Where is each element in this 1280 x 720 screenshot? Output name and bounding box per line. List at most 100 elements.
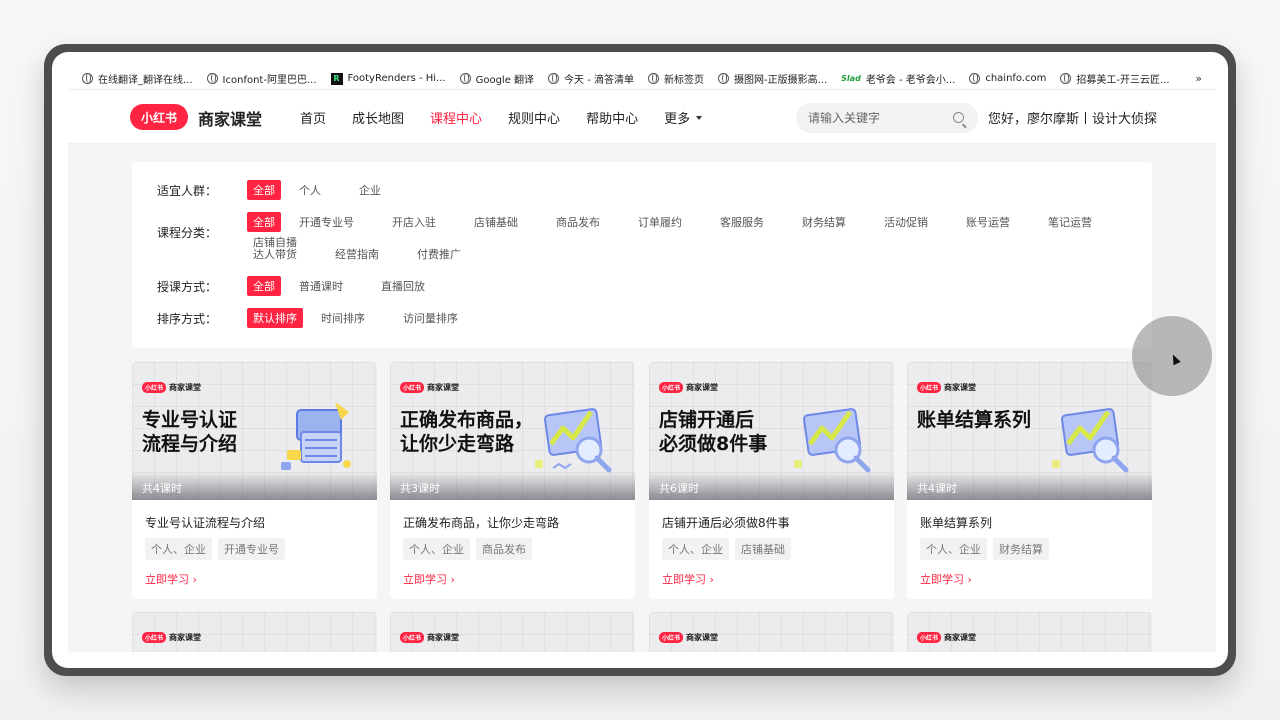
nav-home[interactable]: 首页 [300,108,326,127]
course-card[interactable]: 小红书 商家课堂 [132,612,377,652]
course-title[interactable]: 账单结算系列 [920,514,992,531]
course-card[interactable]: 小红书 商家课堂 [649,612,894,652]
bookmark-item[interactable]: Google 翻译 [459,71,534,86]
bookmark-item[interactable]: Iconfont-阿里巴巴... [206,71,317,86]
course-tag: 商品发布 [476,538,532,560]
filter-option[interactable]: 企业 [353,180,387,200]
mini-logo: 小红书 [917,632,942,643]
thumb-title: 正确发布商品， 让你少走弯路 [400,409,534,455]
lesson-count: 共4课时 [132,472,377,500]
filter-option[interactable]: 订单履约 [632,212,688,232]
learn-now-link[interactable]: 立即学习 › [662,571,714,587]
filter-option[interactable]: 店铺基础 [468,212,524,232]
course-tags: 个人、企业 商品发布 [403,538,538,560]
xiaohongshu-logo[interactable]: 小红书 [130,104,188,130]
bookmark-item[interactable]: 今天 - 滴答清单 [548,71,634,86]
filter-label: 适宜人群： [157,183,218,198]
filter-option-selected[interactable]: 全部 [247,276,281,296]
course-tags: 个人、企业 开通专业号 [145,538,291,560]
course-thumbnail[interactable]: 小红书 商家课堂 [649,612,894,652]
main-nav: 首页 成长地图 课程中心 规则中心 帮助中心 更多 [300,108,728,127]
course-tag: 个人、企业 [920,538,987,560]
thumb-title: 账单结算系列 [917,409,1032,431]
filter-option-selected[interactable]: 默认排序 [247,308,303,328]
nav-more[interactable]: 更多 [664,108,703,127]
filter-option[interactable]: 商品发布 [550,212,606,232]
course-tags: 个人、企业 店铺基础 [662,538,797,560]
bookmarks-bar: 在线翻译_翻译在线... Iconfont-阿里巴巴... R FootyRend… [68,68,1216,90]
learn-now-link[interactable]: 立即学习 › [145,571,197,587]
bookmark-item[interactable]: Slad 老爷会 - 老爷会小... [841,71,955,86]
nav-rules-center[interactable]: 规则中心 [508,108,560,127]
filter-option-selected[interactable]: 全部 [247,212,281,232]
bookmark-item[interactable]: chainfo.com [969,73,1046,84]
filter-option[interactable]: 访问量排序 [397,308,464,328]
nav-growth-map[interactable]: 成长地图 [352,108,404,127]
filter-option[interactable]: 普通课时 [293,276,349,296]
mini-brand-name: 商家课堂 [169,633,202,642]
filter-option[interactable]: 财务结算 [796,212,852,232]
caret-down-icon [696,115,703,120]
chart-magnifier-icon [535,408,612,473]
learn-now-link[interactable]: 立即学习 › [920,571,972,587]
mini-brand-name: 商家课堂 [686,633,719,642]
search-icon[interactable] [953,112,964,123]
learn-now-link[interactable]: 立即学习 › [403,571,455,587]
course-thumbnail[interactable]: 小红书 商家课堂 专业号认证 流程与介绍 共4课时 [132,362,377,500]
filter-option[interactable]: 客服服务 [714,212,770,232]
bookmarks-overflow-button[interactable]: » [1195,72,1202,85]
filter-option[interactable]: 时间排序 [315,308,371,328]
course-thumbnail[interactable]: 小红书 商家课堂 [907,612,1152,652]
filter-option[interactable]: 个人 [293,180,327,200]
bookmark-item[interactable]: R FootyRenders - Hi... [330,72,446,85]
filter-option[interactable]: 活动促销 [878,212,934,232]
filter-option[interactable]: 经营指南 [329,244,385,264]
course-thumbnail[interactable]: 小红书 商家课堂 [390,612,635,652]
filter-option[interactable]: 直播回放 [375,276,431,296]
course-title[interactable]: 店铺开通后必须做8件事 [662,514,790,531]
course-card[interactable]: 小红书 商家课堂 专业号认证 流程与介绍 共4课时 专业号认证流程与介绍 个人、… [132,362,377,599]
chart-magnifier-icon [1052,408,1129,473]
course-tag: 开通专业号 [218,538,285,560]
fr-favicon-icon: R [330,72,343,85]
course-card[interactable]: 小红书 商家课堂 [907,612,1152,652]
thumb-brand: 小红书 商家课堂 [400,382,459,393]
course-tag: 个人、企业 [145,538,212,560]
globe-icon [718,73,730,84]
filter-option[interactable]: 付费推广 [411,244,467,264]
filter-option[interactable]: 开通专业号 [293,212,360,232]
course-card[interactable]: 小红书 商家课堂 账单结算系列 共4课时 账单结算系列 个人、企业 财务结算 立… [907,362,1152,599]
search-input[interactable] [808,111,948,125]
mini-brand-name: 商家课堂 [944,383,977,392]
bookmark-item[interactable]: 招募美工-开三云匠... [1060,71,1170,86]
chart-magnifier-icon [794,408,871,473]
course-card[interactable]: 小红书 商家课堂 店铺开通后 必须做8件事 共6课时 店铺开通后必须做8件事 个… [649,362,894,599]
course-card[interactable]: 小红书商家课堂 正确发布商品， 让你少走弯路 共3课时 正确发布商品，让你少走 [390,362,635,599]
course-card[interactable]: 小红书 商家课堂 [390,612,635,652]
nav-course-center[interactable]: 课程中心 [430,108,482,127]
site-name[interactable]: 商家课堂 [198,106,262,130]
globe-icon [969,73,981,84]
course-tags: 个人、企业 财务结算 [920,538,1055,560]
filter-option[interactable]: 开店入驻 [386,212,442,232]
bookmark-item[interactable]: 摄图网-正版摄影高... [718,71,827,86]
course-thumbnail[interactable]: 小红书 商家课堂 正确发布商品， 让你少走弯路 共3课时 [390,362,635,500]
user-greeting[interactable]: 您好，廖尔摩斯丨设计大侦探 [988,108,1157,127]
bookmark-item[interactable]: 在线翻译_翻译在线... [82,71,193,86]
filter-option[interactable]: 达人带货 [247,244,303,264]
course-tag: 店铺基础 [735,538,791,560]
filter-option[interactable]: 账号运营 [960,212,1016,232]
filter-sort: 排序方式： 默认排序 时间排序 访问量排序 [157,308,1127,328]
course-thumbnail[interactable]: 小红书 商家课堂 店铺开通后 必须做8件事 共6课时 [649,362,894,500]
nav-help-center[interactable]: 帮助中心 [586,108,638,127]
bookmark-item[interactable]: 新标签页 [648,71,704,86]
filter-option[interactable]: 笔记运营 [1042,212,1098,232]
filter-label: 授课方式： [157,279,218,294]
laptop-frame: 在线翻译_翻译在线... Iconfont-阿里巴巴... R FootyRend… [44,44,1236,676]
course-thumbnail[interactable]: 小红书 商家课堂 [132,612,377,652]
course-title[interactable]: 专业号认证流程与介绍 [145,514,265,531]
filter-option-selected[interactable]: 全部 [247,180,281,200]
course-title[interactable]: 正确发布商品，让你少走弯路 [403,514,559,531]
filter-panel: 适宜人群： 全部 个人 企业 课程分类： 全部 开通专业号 开店入驻 店铺基础 … [132,162,1152,348]
course-thumbnail[interactable]: 小红书 商家课堂 账单结算系列 共4课时 [907,362,1152,500]
